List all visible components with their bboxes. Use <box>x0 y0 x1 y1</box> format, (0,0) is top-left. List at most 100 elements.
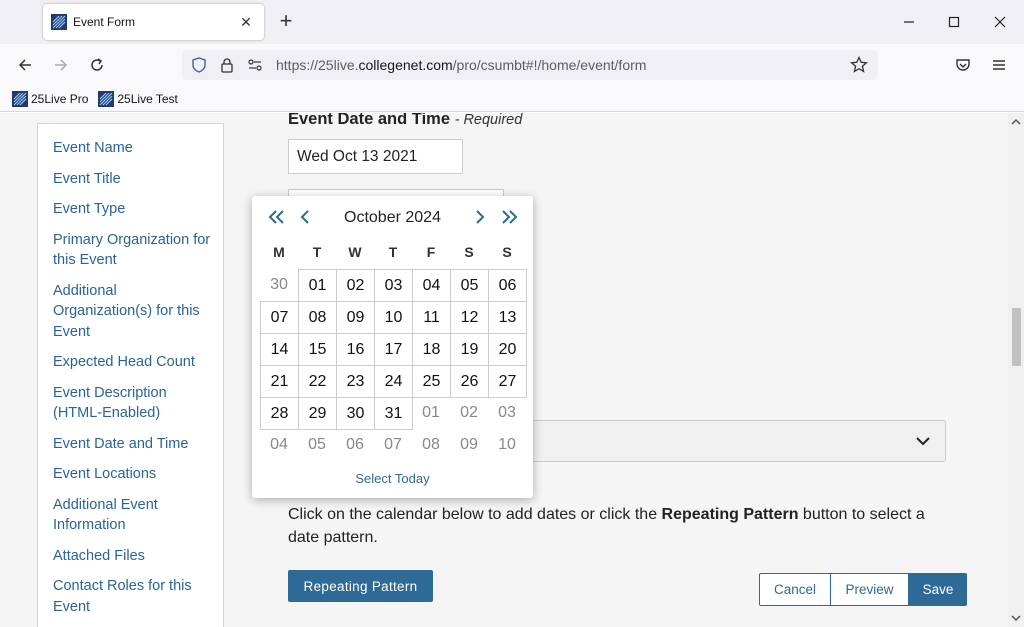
maximize-icon[interactable] <box>939 10 969 34</box>
datepicker-day[interactable]: 09 <box>336 301 375 334</box>
pocket-icon[interactable] <box>950 52 976 78</box>
cancel-button[interactable]: Cancel <box>759 573 831 606</box>
new-tab-icon[interactable]: + <box>274 10 298 34</box>
reload-icon[interactable] <box>84 52 110 78</box>
tab-strip: Event Form ✕ + <box>0 0 1024 44</box>
tab-title: Event Form <box>73 15 136 29</box>
sidebar-item-event-description[interactable]: Event Description (HTML-Enabled) <box>38 383 223 424</box>
datepicker-week-row: 28 29 30 31 01 02 03 <box>260 397 526 430</box>
sidebar-item-contact-roles[interactable]: Contact Roles for this Event <box>38 576 223 617</box>
datepicker-day[interactable]: 12 <box>450 301 489 334</box>
close-tab-icon[interactable]: ✕ <box>234 10 258 34</box>
url-bar[interactable]: https://25live.collegenet.com/pro/csumbt… <box>182 50 878 80</box>
select-today-link[interactable]: Select Today <box>252 471 533 486</box>
datepicker-day[interactable]: 01 <box>298 269 337 302</box>
sidebar-item-primary-organization[interactable]: Primary Organization for this Event <box>38 230 223 271</box>
datepicker-day[interactable]: 31 <box>374 397 413 430</box>
datepicker-day-other-month[interactable]: 02 <box>450 397 488 429</box>
scroll-down-icon[interactable] <box>1011 613 1021 623</box>
next-year-icon[interactable] <box>498 206 520 228</box>
next-month-icon[interactable] <box>469 206 491 228</box>
datepicker-week-row: 14 15 16 17 18 19 20 <box>260 333 527 366</box>
form-actions: Cancel Preview Save <box>759 573 967 606</box>
datepicker-day-other-month[interactable]: 09 <box>450 429 488 461</box>
forward-icon[interactable] <box>48 52 74 78</box>
scroll-up-icon[interactable] <box>1011 117 1021 127</box>
datepicker-day[interactable]: 17 <box>374 333 413 366</box>
datepicker-day-other-month[interactable]: 10 <box>488 429 526 461</box>
datepicker-day[interactable]: 05 <box>450 269 489 302</box>
datepicker-day[interactable]: 25 <box>412 365 451 398</box>
datepicker-day[interactable]: 20 <box>488 333 527 366</box>
bookmark-25live-pro[interactable]: 25Live Pro <box>12 90 88 107</box>
sidebar-item-event-date-time[interactable]: Event Date and Time <box>38 434 223 455</box>
datepicker-day-other-month[interactable]: 06 <box>336 429 374 461</box>
datepicker-day[interactable]: 23 <box>336 365 375 398</box>
datepicker-day-other-month[interactable]: 01 <box>412 397 450 429</box>
datepicker-popup: October 2024 M T W T F S S 30 01 02 03 04 05 0… <box>252 196 533 498</box>
datepicker-day[interactable]: 07 <box>260 301 299 334</box>
datepicker-day-other-month[interactable]: 05 <box>298 429 336 461</box>
preview-button[interactable]: Preview <box>831 573 909 606</box>
datepicker-day[interactable]: 28 <box>260 397 299 430</box>
sidebar-item-event-type[interactable]: Event Type <box>38 199 223 220</box>
weekday-label: W <box>348 244 362 260</box>
back-icon[interactable] <box>12 52 38 78</box>
bookmark-25live-test[interactable]: 25Live Test <box>98 90 178 107</box>
datepicker-day-other-month[interactable]: 30 <box>260 269 298 301</box>
25live-favicon-icon <box>98 90 115 107</box>
datepicker-day[interactable]: 22 <box>298 365 337 398</box>
datepicker-day-other-month[interactable]: 04 <box>260 429 298 461</box>
datepicker-day[interactable]: 24 <box>374 365 413 398</box>
close-window-icon[interactable] <box>985 10 1015 34</box>
datepicker-day[interactable]: 06 <box>488 269 527 302</box>
datepicker-day-other-month[interactable]: 08 <box>412 429 450 461</box>
datepicker-day[interactable]: 16 <box>336 333 375 366</box>
datepicker-day[interactable]: 19 <box>450 333 489 366</box>
datepicker-day[interactable]: 03 <box>374 269 413 302</box>
sidebar-item-additional-information[interactable]: Additional Event Information <box>38 495 223 536</box>
lock-icon[interactable] <box>216 54 238 76</box>
datepicker-day[interactable]: 10 <box>374 301 413 334</box>
permissions-icon[interactable] <box>244 54 266 76</box>
datepicker-day[interactable]: 11 <box>412 301 451 334</box>
datepicker-day[interactable]: 27 <box>488 365 527 398</box>
datepicker-day-other-month[interactable]: 03 <box>488 397 526 429</box>
datepicker-day[interactable]: 08 <box>298 301 337 334</box>
weekday-label: T <box>312 244 322 260</box>
datepicker-day[interactable]: 13 <box>488 301 527 334</box>
datepicker-day[interactable]: 14 <box>260 333 299 366</box>
required-label: - Required <box>454 113 523 128</box>
weekday-label: S <box>464 244 474 260</box>
sidebar-item-event-locations[interactable]: Event Locations <box>38 464 223 485</box>
sidebar-item-expected-head-count[interactable]: Expected Head Count <box>38 352 223 373</box>
sidebar-item-event-title[interactable]: Event Title <box>38 169 223 190</box>
datepicker-day[interactable]: 15 <box>298 333 337 366</box>
minimize-icon[interactable] <box>894 10 924 34</box>
datepicker-day[interactable]: 26 <box>450 365 489 398</box>
page-scrollbar[interactable] <box>1008 113 1024 627</box>
bookmark-star-icon[interactable] <box>848 54 870 76</box>
tab-event-form[interactable]: Event Form ✕ <box>43 4 264 40</box>
datepicker-day[interactable]: 30 <box>336 397 375 430</box>
sidebar-item-attached-files[interactable]: Attached Files <box>38 546 223 567</box>
datepicker-day[interactable]: 04 <box>412 269 451 302</box>
menu-icon[interactable] <box>986 52 1012 78</box>
datepicker-day[interactable]: 18 <box>412 333 451 366</box>
shield-icon[interactable] <box>188 54 210 76</box>
save-button[interactable]: Save <box>909 573 967 606</box>
datepicker-week-row: 30 01 02 03 04 05 06 <box>260 269 527 302</box>
datepicker-day-other-month[interactable]: 07 <box>374 429 412 461</box>
repeating-pattern-button[interactable]: Repeating Pattern <box>288 570 433 602</box>
event-date-input[interactable]: Wed Oct 13 2021 <box>288 139 463 174</box>
scrollbar-thumb[interactable] <box>1012 308 1021 366</box>
form-sections-sidebar: Event Name Event Title Event Type Primar… <box>37 123 224 627</box>
datepicker-day[interactable]: 02 <box>336 269 375 302</box>
instructions-text: Click on the calendar below to add dates… <box>288 506 925 546</box>
datepicker-day[interactable]: 21 <box>260 365 299 398</box>
weekday-label: F <box>426 244 436 260</box>
sidebar-item-event-name[interactable]: Event Name <box>38 138 223 159</box>
navigation-toolbar: https://25live.collegenet.com/pro/csumbt… <box>0 44 1024 86</box>
sidebar-item-additional-organizations[interactable]: Additional Organization(s) for this Even… <box>38 281 223 343</box>
datepicker-day[interactable]: 29 <box>298 397 337 430</box>
